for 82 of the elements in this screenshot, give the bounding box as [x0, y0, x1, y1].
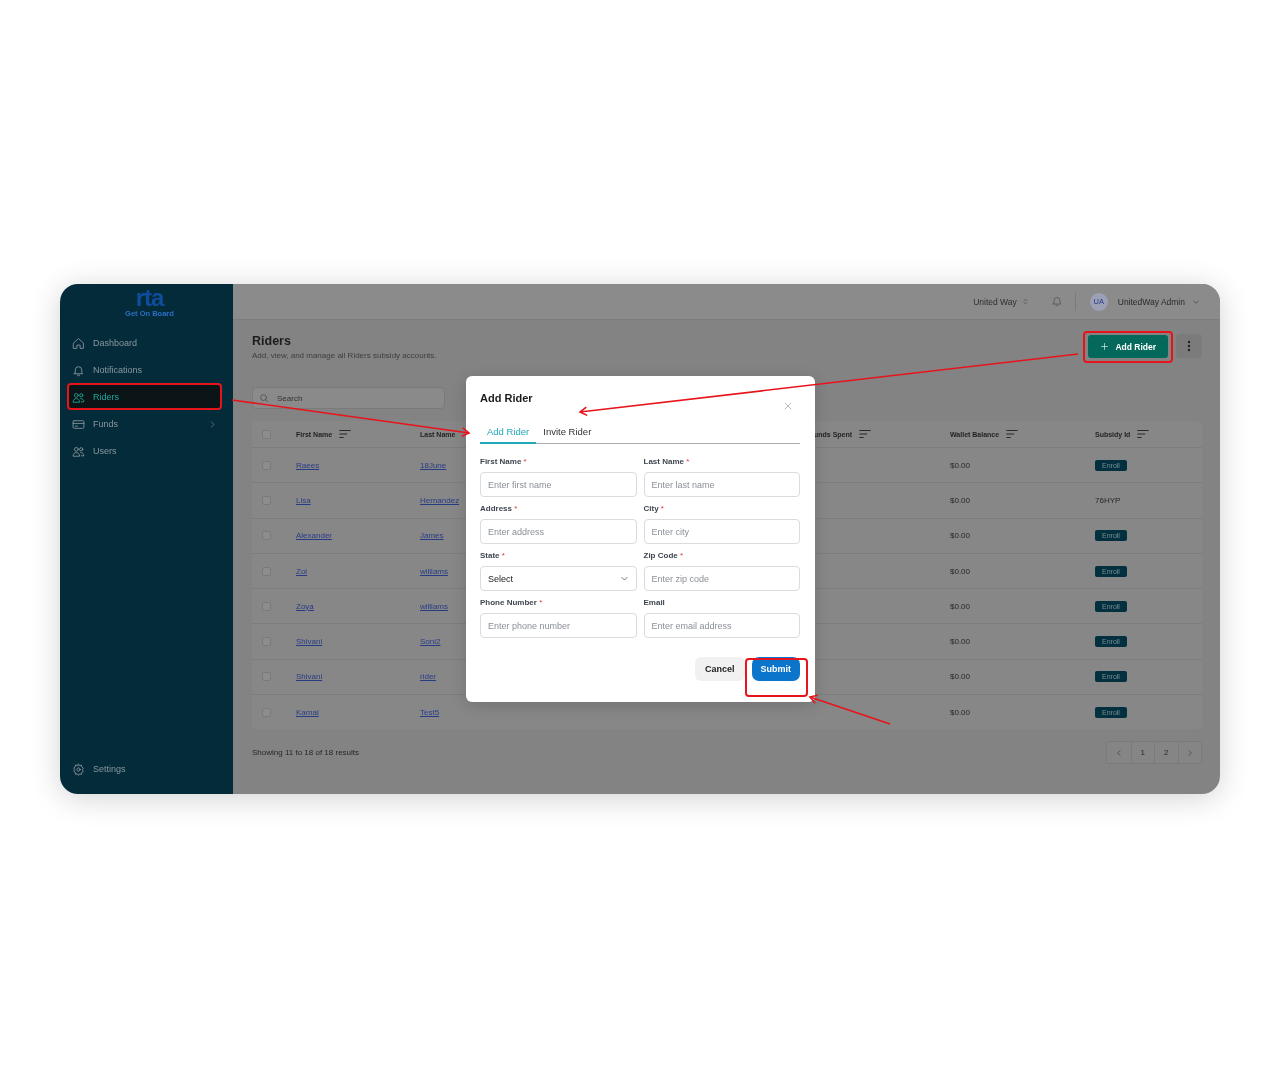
field-label: Phone Number *: [480, 598, 544, 609]
first-name-link[interactable]: Alexander: [296, 531, 333, 541]
first-name-link[interactable]: Shivani: [296, 637, 323, 647]
chevron-right-icon: [1185, 748, 1194, 757]
sort-icon: [858, 427, 873, 441]
sidebar-item[interactable]: Notifications: [67, 358, 222, 382]
tab[interactable]: Add Rider: [480, 424, 537, 444]
first-name-link[interactable]: Zoi: [296, 566, 308, 576]
brand-logo: rta: [135, 287, 164, 309]
table-cell-text: $0.00: [950, 495, 972, 505]
table-cell-text: $0.00: [950, 601, 972, 611]
chevron-down-icon: [1192, 297, 1200, 306]
more-options-button[interactable]: [1176, 334, 1202, 358]
dialog-title: Add Rider: [480, 392, 533, 404]
settings-icon: [72, 762, 85, 776]
last-name-link[interactable]: Test5: [420, 707, 440, 717]
field-label: Address *: [480, 504, 519, 515]
bell-icon: [72, 363, 85, 377]
user-menu[interactable]: UnitedWay Admin: [1117, 296, 1200, 307]
close-button[interactable]: [783, 401, 793, 411]
sidebar-item[interactable]: Dashboard: [67, 331, 222, 355]
table-cell-text: $0.00: [950, 531, 972, 541]
updown-icon: [1021, 297, 1029, 306]
field-label: State *: [480, 551, 506, 562]
field-label: Email: [643, 598, 666, 609]
first-name-link[interactable]: Kamal: [296, 707, 319, 717]
home-icon: [72, 336, 85, 350]
chevron-left-icon: [1114, 748, 1123, 757]
field-label: Last Name *: [643, 457, 691, 468]
chevron-down-icon: [619, 574, 629, 583]
state-dropdown[interactable]: Select: [480, 566, 637, 591]
table-cell-text: $0.00: [950, 637, 972, 647]
sidebar-item[interactable]: Riders: [67, 385, 222, 409]
first-name-link[interactable]: Shivani: [296, 672, 323, 682]
table-cell-text: $0.00: [950, 460, 972, 470]
organization-selector[interactable]: United Way: [973, 296, 1029, 307]
sort-icon: [338, 427, 353, 441]
sort-icon: [1005, 427, 1020, 441]
input-field[interactable]: Enter address: [480, 519, 637, 544]
table-cell-text: 76HYP: [1095, 495, 1122, 505]
first-name-link[interactable]: Raees: [296, 460, 320, 470]
input-field[interactable]: Enter city: [643, 519, 800, 544]
first-name-link[interactable]: Lisa: [296, 495, 311, 505]
table-cell-text: $0.00: [950, 566, 972, 576]
results-summary: Showing 11 to 18 of 18 results: [252, 748, 360, 758]
sidebar-item[interactable]: Users: [67, 439, 222, 463]
cancel-button[interactable]: Cancel: [695, 657, 745, 681]
sidebar-item[interactable]: Funds: [67, 412, 222, 436]
last-name-link[interactable]: williams: [420, 601, 448, 611]
notification-icon: [1050, 294, 1063, 307]
close-icon: [783, 401, 793, 411]
input-field[interactable]: Enter phone number: [480, 613, 637, 638]
submit-button[interactable]: Submit: [751, 657, 800, 681]
table-cell-text: $0.00: [950, 707, 972, 717]
input-field[interactable]: Enter email address: [643, 613, 800, 638]
plus-icon: [1100, 342, 1110, 351]
users-icon: [72, 390, 85, 404]
first-name-link[interactable]: Zoya: [296, 601, 314, 611]
last-name-link[interactable]: rider: [420, 672, 436, 682]
last-name-link[interactable]: James: [420, 531, 444, 541]
field-label: Zip Code *: [643, 551, 685, 562]
table-cell-text: $0.00: [950, 672, 972, 682]
more-icon: [1187, 340, 1191, 352]
tab[interactable]: Invite Rider: [536, 424, 599, 444]
add-rider-button[interactable]: Add Rider: [1088, 335, 1168, 358]
users-icon: [72, 444, 85, 458]
last-name-link[interactable]: Soni2: [420, 637, 441, 647]
field-label: First Name *: [480, 457, 528, 468]
highlight-frame: [745, 658, 808, 697]
field-label: City *: [643, 504, 665, 515]
input-field[interactable]: Enter last name: [643, 472, 800, 497]
settings-link[interactable]: Settings: [67, 757, 222, 781]
sort-icon: [1136, 427, 1151, 441]
last-name-link[interactable]: 18June: [420, 460, 447, 470]
input-field[interactable]: Enter first name: [480, 472, 637, 497]
search-field[interactable]: Search: [252, 387, 445, 409]
last-name-link[interactable]: Hernandez: [420, 495, 460, 505]
last-name-link[interactable]: williams: [420, 566, 448, 576]
input-field[interactable]: Enter zip code: [643, 566, 800, 591]
chevron-right-icon: [208, 419, 217, 429]
card-icon: [72, 417, 85, 431]
page-title: Riders: [252, 334, 292, 348]
